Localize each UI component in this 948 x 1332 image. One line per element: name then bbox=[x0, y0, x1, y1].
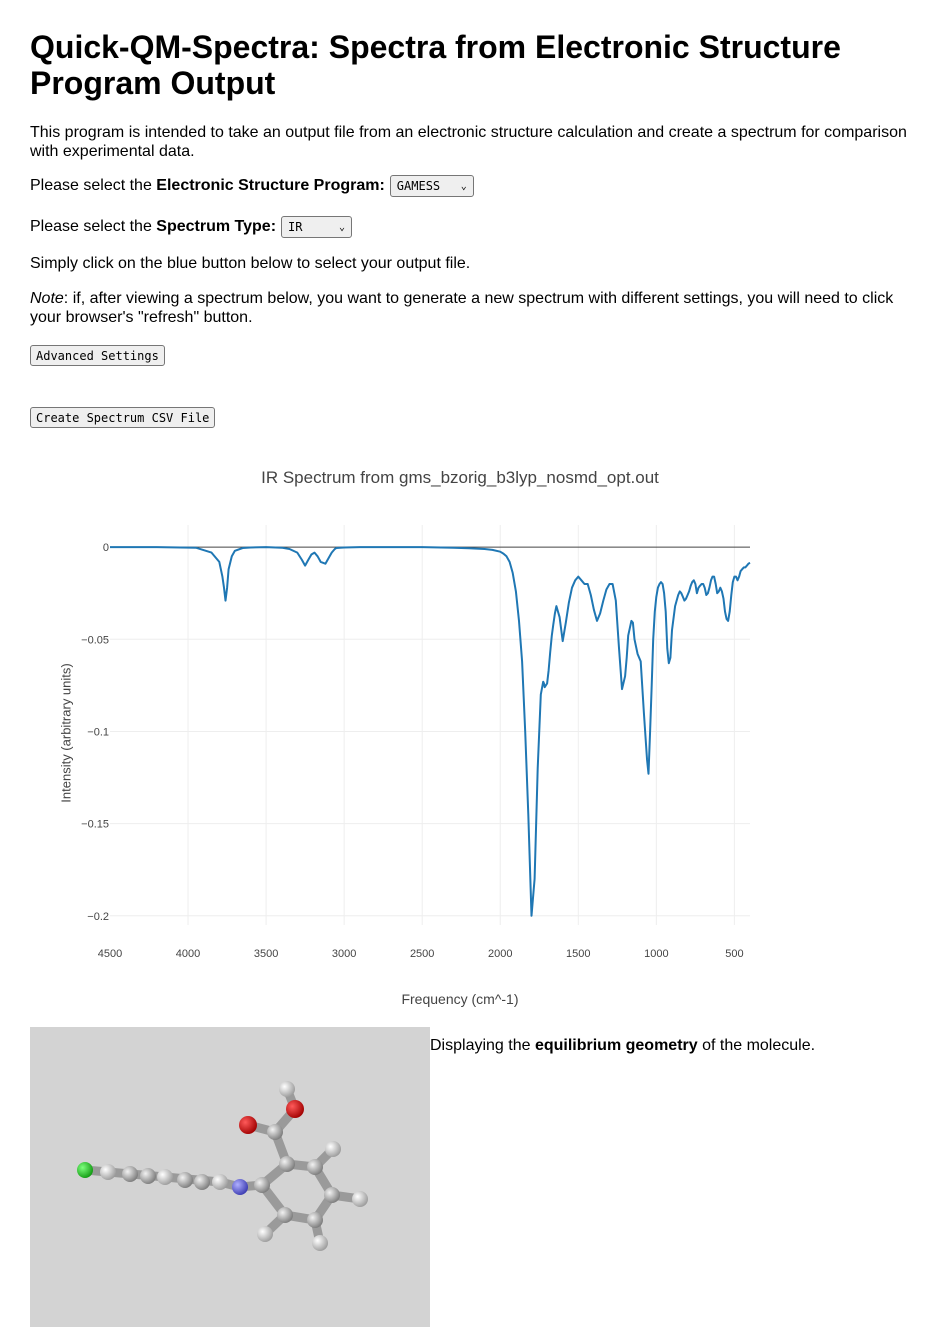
x-tick-label: 2500 bbox=[410, 948, 434, 960]
x-tick-label: 3500 bbox=[254, 948, 278, 960]
click-instruction: Simply click on the blue button below to… bbox=[30, 255, 471, 272]
page: Quick-QM-Spectra: Spectra from Electroni… bbox=[0, 0, 948, 1327]
molecule-viewer[interactable] bbox=[30, 1027, 430, 1327]
y-tick-label: −0.2 bbox=[87, 911, 109, 923]
chevron-down-icon: ⌄ bbox=[460, 180, 467, 192]
spectrum-chart[interactable]: IR Spectrum from gms_bzorig_b3lyp_nosmd_… bbox=[30, 455, 890, 1025]
spectrum-type-select[interactable]: IR ⌄ bbox=[281, 216, 353, 238]
advanced-settings-button[interactable]: Advanced Settings bbox=[30, 345, 165, 366]
program-select-value: GAMESS bbox=[396, 179, 441, 193]
geometry-caption: Displaying the equilibrium geometry of t… bbox=[430, 1036, 815, 1055]
geometry-suffix: of the molecule. bbox=[697, 1037, 816, 1054]
y-axis-label: Intensity (arbitrary units) bbox=[58, 663, 74, 803]
create-csv-button[interactable]: Create Spectrum CSV File bbox=[30, 407, 216, 428]
x-axis-label: Frequency (cm^-1) bbox=[401, 991, 519, 1007]
x-tick-label: 4000 bbox=[176, 948, 200, 960]
program-label: Electronic Structure Program: bbox=[156, 177, 385, 194]
x-tick-label: 3000 bbox=[332, 948, 356, 960]
y-tick-label: −0.05 bbox=[81, 634, 109, 646]
x-tick-label: 1500 bbox=[566, 948, 590, 960]
spectrum-prefix: Please select the bbox=[30, 218, 157, 235]
spectrum-select-value: IR bbox=[288, 220, 303, 234]
program-select[interactable]: GAMESS ⌄ bbox=[389, 175, 474, 197]
y-tick-label: −0.1 bbox=[87, 726, 109, 738]
note-label: Note bbox=[30, 290, 64, 307]
spectrum-row: Please select the Spectrum Type: IR ⌄ bbox=[30, 216, 918, 238]
x-tick-label: 500 bbox=[725, 948, 743, 960]
molecule-atoms bbox=[77, 1081, 368, 1251]
chart-plot-area[interactable]: 4500 4000 3500 3000 2500 2000 1500 1000 500 0 −0.0… bbox=[30, 455, 890, 1025]
note-paragraph: Note: if, after viewing a spectrum below… bbox=[30, 289, 918, 327]
intro-text: This program is intended to take an outp… bbox=[30, 124, 907, 160]
y-tick-label: −0.15 bbox=[81, 819, 109, 831]
note-text: : if, after viewing a spectrum below, yo… bbox=[30, 290, 894, 326]
page-title: Quick-QM-Spectra: Spectra from Electroni… bbox=[30, 29, 841, 101]
chevron-down-icon: ⌄ bbox=[339, 221, 346, 233]
spectrum-label: Spectrum Type: bbox=[156, 218, 277, 235]
geometry-prefix: Displaying the bbox=[430, 1037, 535, 1054]
x-tick-label: 2000 bbox=[488, 948, 512, 960]
program-row: Please select the Electronic Structure P… bbox=[30, 175, 918, 197]
x-tick-label: 1000 bbox=[644, 948, 668, 960]
molecule-render[interactable] bbox=[30, 1027, 430, 1327]
x-tick-label: 4500 bbox=[98, 948, 122, 960]
geometry-section: Displaying the equilibrium geometry of t… bbox=[30, 1027, 918, 1327]
y-tick-label: 0 bbox=[103, 542, 109, 554]
geometry-bold: equilibrium geometry bbox=[534, 1037, 698, 1054]
program-prefix: Please select the bbox=[30, 177, 157, 194]
